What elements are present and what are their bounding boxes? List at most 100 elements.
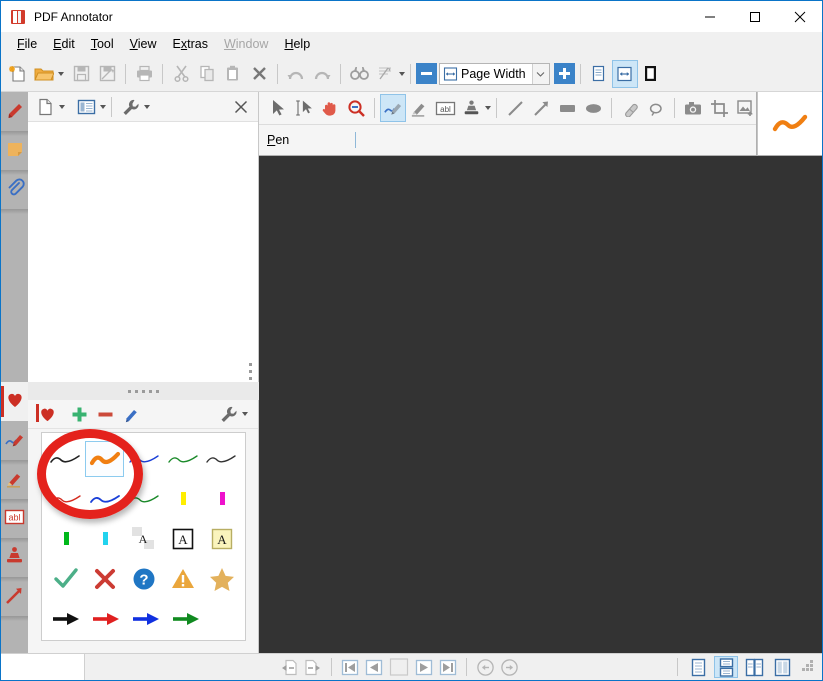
ellipse-tool[interactable] [580, 94, 606, 122]
line-tool[interactable] [502, 94, 528, 122]
favorites-heart-icon[interactable] [32, 400, 58, 428]
favorite-pen-blue2[interactable] [85, 481, 124, 517]
sidebar-tab-favorites[interactable] [1, 382, 28, 421]
favorite-stamp-check[interactable] [46, 561, 85, 597]
close-panel-button[interactable] [228, 94, 254, 120]
new-document-icon[interactable] [5, 60, 31, 88]
rectangle-tool[interactable] [554, 94, 580, 122]
textbox-tool[interactable]: abl [432, 94, 458, 122]
snapshot-tool[interactable] [680, 94, 706, 122]
maximize-button[interactable] [732, 1, 777, 32]
favorite-arrow-green[interactable] [166, 601, 206, 637]
marker-tool[interactable] [406, 94, 432, 122]
last-page-button[interactable] [436, 656, 460, 678]
document-viewport[interactable]: abl Pen [259, 92, 822, 653]
next-view-button[interactable] [301, 656, 325, 678]
edit-favorite-icon[interactable] [118, 400, 144, 428]
favorite-marker-cyan[interactable] [85, 521, 124, 557]
layout-facing[interactable] [742, 656, 766, 678]
favorite-text-highlight[interactable]: A [202, 521, 241, 557]
find-icon[interactable] [346, 60, 372, 88]
pen-tool[interactable] [380, 94, 406, 122]
open-dropdown-caret-icon[interactable] [58, 71, 64, 76]
favorite-stamp-question[interactable]: ? [124, 561, 163, 597]
sidebar-tab-bookmarks[interactable] [1, 92, 28, 136]
sidebar-tab-textbox[interactable]: abl [1, 499, 28, 543]
eraser-tool[interactable] [617, 94, 643, 122]
favorite-pen-red[interactable] [46, 481, 85, 517]
pages-view-caret-icon[interactable] [100, 104, 106, 109]
arrow-tool[interactable] [528, 94, 554, 122]
menu-tool[interactable]: Tool [83, 34, 122, 54]
crop-tool[interactable] [706, 94, 732, 122]
horizontal-splitter-handle[interactable] [28, 382, 259, 400]
redo-icon[interactable] [309, 60, 335, 88]
favorite-marker-yellow[interactable] [163, 481, 202, 517]
zoom-dropdown-chevron-down-icon[interactable] [531, 63, 549, 84]
layout-single-page[interactable] [686, 656, 710, 678]
menu-extras[interactable]: Extras [165, 34, 216, 54]
page-width-view-icon[interactable] [611, 59, 638, 88]
zoom-out-button[interactable] [416, 63, 437, 84]
first-page-button[interactable] [338, 656, 362, 678]
save-icon[interactable] [68, 60, 94, 88]
page-border-icon[interactable] [638, 60, 664, 88]
favorite-marker-magenta[interactable] [202, 481, 241, 517]
favorite-stamp-warning[interactable] [163, 561, 202, 597]
zoom-tool[interactable] [343, 94, 369, 122]
prev-page-button[interactable] [362, 656, 386, 678]
stamp-tool[interactable] [458, 94, 484, 122]
resize-grip-icon[interactable] [802, 660, 816, 674]
select-arrow-tool[interactable] [265, 94, 291, 122]
ocr-dropdown-caret-icon[interactable] [399, 71, 405, 76]
layout-facing-continuous[interactable] [770, 656, 794, 678]
favorites-wrench-icon[interactable] [215, 400, 241, 428]
remove-favorite-icon[interactable] [92, 400, 118, 428]
wrench-icon[interactable] [117, 93, 143, 121]
sidebar-tab-pen[interactable] [1, 421, 28, 465]
favorites-wrench-caret-icon[interactable] [242, 412, 248, 416]
hand-pan-tool[interactable] [317, 94, 343, 122]
favorite-pen-black2[interactable] [202, 441, 241, 477]
undo-icon[interactable] [283, 60, 309, 88]
favorite-stamp-cross[interactable] [85, 561, 124, 597]
page-number-field[interactable] [386, 656, 412, 678]
pages-view-icon[interactable] [73, 93, 99, 121]
close-button[interactable] [777, 1, 822, 32]
page-thumbnail-icon[interactable] [32, 93, 58, 121]
sidebar-tab-marker[interactable] [1, 460, 28, 504]
favorite-pen-orange[interactable] [84, 441, 125, 477]
favorite-text-plain[interactable]: A [124, 521, 163, 557]
layout-continuous[interactable] [714, 656, 738, 678]
text-select-tool[interactable] [291, 94, 317, 122]
favorite-pen-blue[interactable] [124, 441, 163, 477]
favorite-text-boxed[interactable]: A [163, 521, 202, 557]
paste-icon[interactable] [220, 60, 246, 88]
next-page-button[interactable] [412, 656, 436, 678]
favorite-marker-green[interactable] [46, 521, 85, 557]
menu-view[interactable]: View [122, 34, 165, 54]
copy-icon[interactable] [194, 60, 220, 88]
menu-edit[interactable]: Edit [45, 34, 83, 54]
favorite-pen-green[interactable] [163, 441, 202, 477]
sidebar-tab-stamp[interactable] [1, 538, 28, 582]
sidebar-tab-attachments[interactable] [1, 170, 28, 214]
insert-image-tool[interactable] [732, 94, 758, 122]
zoom-level-combobox[interactable]: Page Width [439, 62, 550, 85]
print-icon[interactable] [131, 60, 157, 88]
page-thumbnail-caret-icon[interactable] [59, 104, 65, 109]
sidebar-tab-notes[interactable] [1, 131, 28, 175]
menu-help[interactable]: Help [276, 34, 318, 54]
minimize-button[interactable] [687, 1, 732, 32]
go-back-button[interactable] [473, 656, 497, 678]
sidebar-tab-arrow[interactable] [1, 577, 28, 621]
favorite-pen-black[interactable] [46, 441, 85, 477]
favorite-arrow-red[interactable] [86, 601, 126, 637]
stamp-tool-caret-icon[interactable] [485, 106, 491, 110]
save-as-icon[interactable] [94, 60, 120, 88]
pen-stroke-preview[interactable] [757, 92, 822, 156]
menu-file[interactable]: File [9, 34, 45, 54]
previous-view-button[interactable] [277, 656, 301, 678]
lasso-tool[interactable] [643, 94, 669, 122]
favorite-stamp-star[interactable] [202, 561, 241, 597]
